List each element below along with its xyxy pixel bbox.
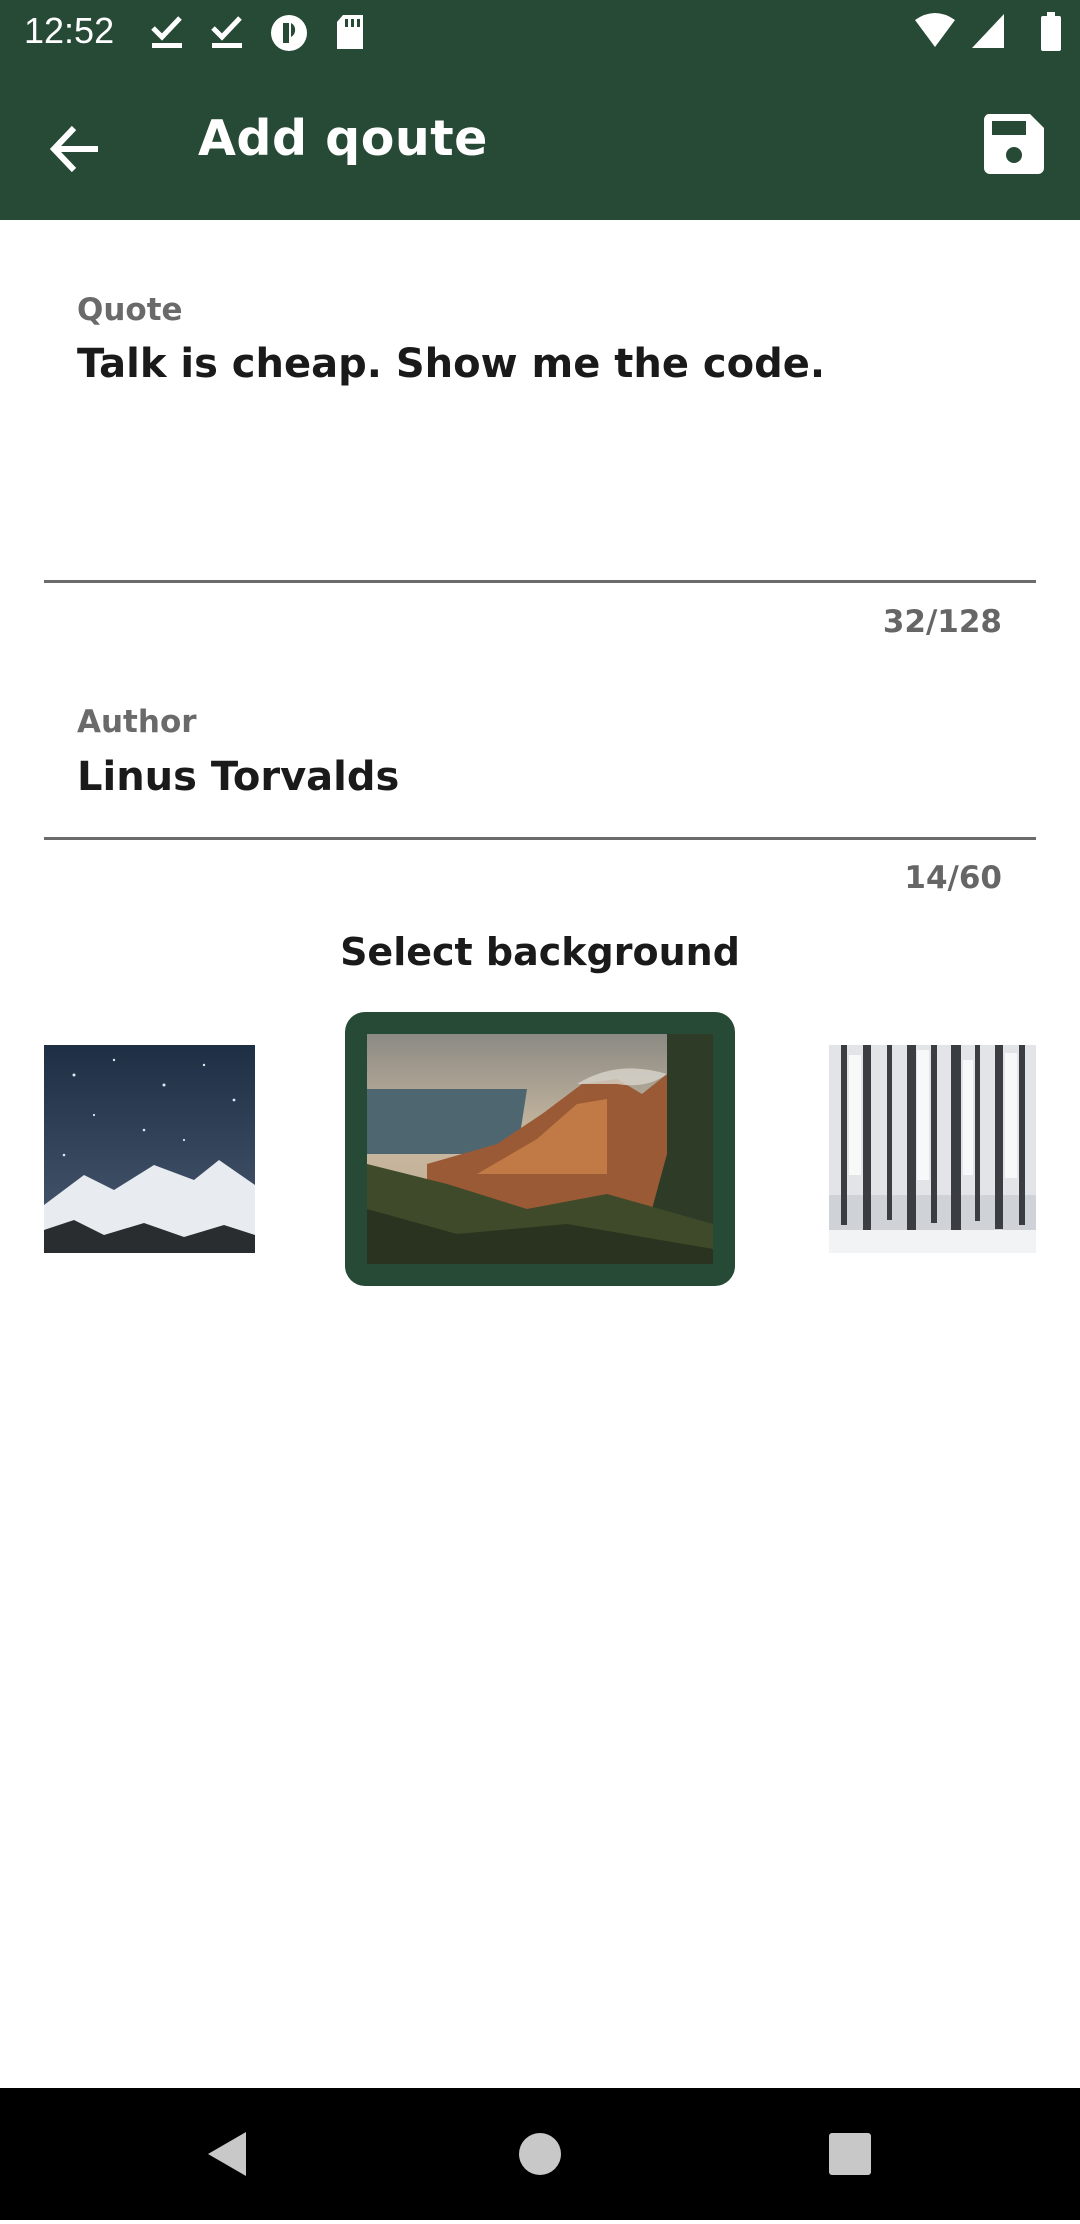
wifi-icon: [914, 12, 956, 52]
page-title: Add qoute: [198, 110, 488, 167]
check-download-icon: [210, 14, 244, 54]
author-input[interactable]: Linus Torvalds: [77, 754, 399, 800]
background-option-mountain-sunset[interactable]: [367, 1034, 713, 1264]
home-circle-icon: [519, 2133, 561, 2175]
arrow-back-icon: [49, 125, 98, 173]
quote-input[interactable]: Talk is cheap. Show me the code.: [77, 341, 825, 387]
sd-card-icon: [335, 14, 365, 54]
nav-recents-button[interactable]: [784, 2088, 916, 2220]
app-bar: Add qoute: [0, 66, 1080, 220]
podcast-icon: [270, 14, 308, 56]
signal-icon: [970, 12, 1006, 54]
status-bar: 12:52: [0, 0, 1080, 66]
save-icon: [983, 114, 1044, 174]
back-triangle-icon: [208, 2132, 246, 2176]
nav-back-button[interactable]: [160, 2088, 292, 2220]
author-char-counter: 14/60: [904, 860, 1002, 896]
author-field-label: Author: [77, 704, 197, 740]
system-nav-bar: [0, 2088, 1080, 2220]
nav-home-button[interactable]: [474, 2088, 606, 2220]
author-input-underline: [44, 837, 1036, 840]
quote-char-counter: 32/128: [882, 604, 1002, 640]
back-button[interactable]: [40, 113, 112, 185]
check-download-icon: [150, 14, 184, 54]
background-option-snowy-forest[interactable]: [829, 1045, 1036, 1253]
select-background-heading: Select background: [340, 930, 740, 974]
status-time: 12:52: [24, 10, 115, 51]
quote-field-label: Quote: [77, 292, 183, 328]
save-button[interactable]: [982, 112, 1046, 176]
battery-icon: [1040, 12, 1062, 56]
recents-square-icon: [829, 2133, 871, 2175]
quote-input-underline: [44, 580, 1036, 583]
background-option-snowy-mountains[interactable]: [44, 1045, 255, 1253]
